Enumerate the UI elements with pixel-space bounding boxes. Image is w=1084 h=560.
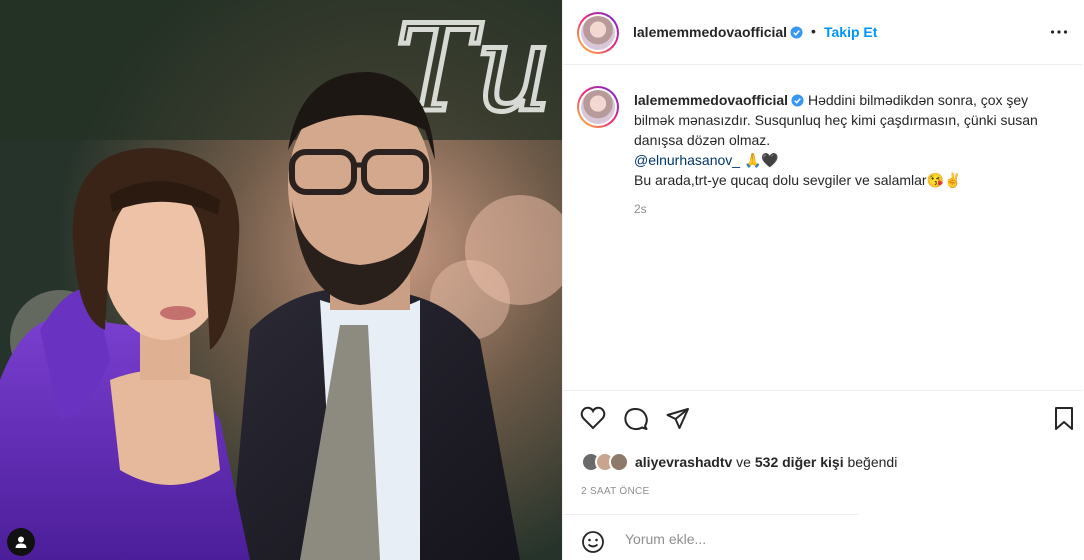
mention-link[interactable]: @elnurhasanov_ — [634, 152, 740, 168]
post-header: lalememmedovaofficial • Takip Et — [563, 0, 1083, 65]
caption-username[interactable]: lalememmedovaofficial — [634, 92, 804, 108]
caption-author-avatar[interactable] — [577, 86, 619, 128]
liker-avatar[interactable] — [609, 452, 629, 472]
share-icon[interactable] — [665, 406, 691, 437]
author-avatar[interactable] — [577, 12, 619, 54]
likes-text: aliyevrashadtv ve 532 diğer kişi beğendi — [635, 454, 897, 470]
more-options-icon[interactable] — [1049, 22, 1069, 47]
follow-button[interactable]: Takip Et — [824, 24, 877, 40]
likes-connector: ve — [732, 454, 755, 470]
comment-input[interactable] — [623, 525, 847, 553]
separator-dot: • — [811, 23, 816, 39]
bookmark-icon[interactable] — [1053, 406, 1075, 437]
other-likers-link[interactable]: 532 diğer kişi — [755, 454, 844, 470]
verified-icon — [791, 94, 804, 107]
heart-icon[interactable] — [580, 406, 606, 435]
caption-text: lalememmedovaofficial Həddini bilmədikdə… — [634, 90, 1064, 190]
comment-icon[interactable] — [623, 406, 649, 437]
likes-summary: aliyevrashadtv ve 532 diğer kişi beğendi — [581, 451, 897, 473]
caption-timestamp[interactable]: 2s — [634, 202, 647, 216]
post-image: Tu — [0, 0, 562, 560]
post-details-panel: lalememmedovaofficial • Takip Et lalemem… — [562, 0, 1084, 560]
verified-icon — [790, 26, 803, 39]
likes-suffix: beğendi — [843, 454, 898, 470]
post-time-ago[interactable]: 2 SAAT ÖNCE — [581, 486, 650, 497]
emoji-icon[interactable] — [581, 530, 605, 559]
mention-suffix: 🙏🖤 — [740, 152, 779, 168]
user-tag-icon[interactable] — [7, 528, 35, 556]
comment-box — [563, 514, 859, 560]
author-username[interactable]: lalememmedovaofficial — [633, 24, 803, 40]
post-actions: aliyevrashadtv ve 532 diğer kişi beğendi… — [563, 390, 1083, 514]
post-photo[interactable]: Tu — [0, 0, 562, 560]
caption-line-2: Bu arada,trt-ye qucaq dolu sevgiler ve s… — [634, 172, 962, 188]
liker-username[interactable]: aliyevrashadtv — [635, 454, 732, 470]
